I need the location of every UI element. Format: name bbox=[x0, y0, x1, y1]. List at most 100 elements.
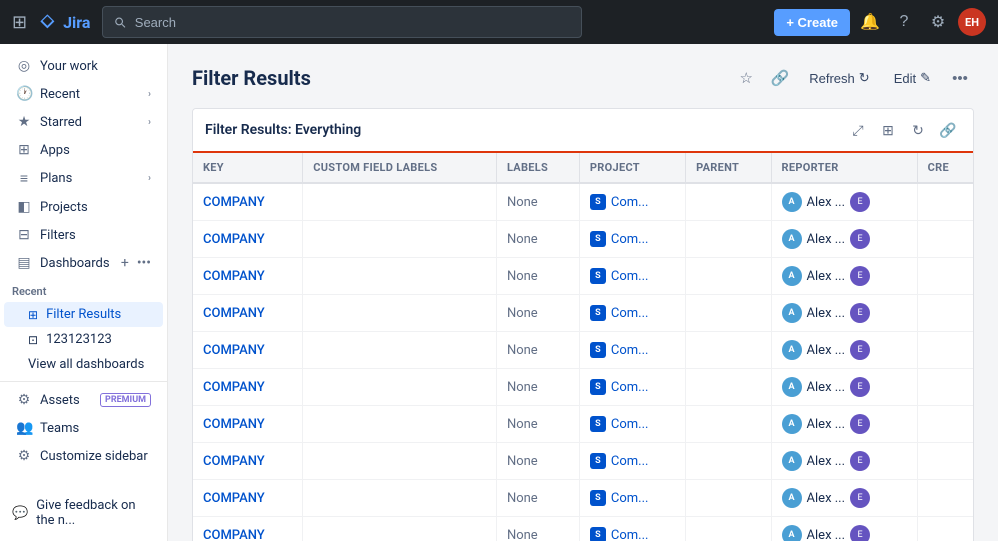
sidebar-label-123123123: 123123123 bbox=[46, 332, 112, 347]
share-link-btn[interactable]: 🔗 bbox=[935, 117, 961, 143]
sidebar-sub-item-view-all[interactable]: View all dashboards bbox=[4, 352, 163, 377]
columns-icon-btn[interactable]: ⊞ bbox=[875, 117, 901, 143]
cell-custom-field bbox=[303, 183, 497, 221]
filter-card: Filter Results: Everything ⤢ ⊞ ↻ 🔗 Key C… bbox=[192, 108, 974, 541]
project-name[interactable]: Com... bbox=[611, 454, 649, 469]
premium-badge: PREMIUM bbox=[100, 393, 151, 407]
sidebar-item-dashboards[interactable]: ▤ Dashboards + ••• bbox=[4, 249, 163, 277]
reporter-avatar: A bbox=[782, 192, 802, 212]
expand-icon-btn[interactable]: ⤢ bbox=[845, 117, 871, 143]
recent-icon: 🕐 bbox=[16, 86, 32, 102]
search-bar[interactable] bbox=[102, 6, 582, 38]
project-name[interactable]: Com... bbox=[611, 269, 649, 284]
created-by-avatar: E bbox=[850, 340, 870, 360]
sidebar-item-teams[interactable]: 👥 Teams bbox=[4, 414, 163, 442]
cell-created bbox=[917, 183, 973, 221]
settings-button[interactable]: ⚙ bbox=[924, 8, 952, 36]
dashboards-add-icon[interactable]: + bbox=[121, 255, 129, 271]
dashboards-more-icon[interactable]: ••• bbox=[137, 255, 151, 271]
key-link[interactable]: COMPANY bbox=[203, 417, 265, 432]
cell-labels: None bbox=[496, 480, 579, 517]
app-body: ◎ Your work 🕐 Recent › ★ Starred › ⊞ App… bbox=[0, 44, 998, 541]
feedback-area: 💬 Give feedback on the n... bbox=[0, 485, 168, 541]
cell-custom-field bbox=[303, 517, 497, 541]
key-link[interactable]: COMPANY bbox=[203, 491, 265, 506]
key-link[interactable]: COMPANY bbox=[203, 195, 265, 210]
edit-icon: ✎ bbox=[920, 70, 931, 86]
link-button[interactable]: 🔗 bbox=[766, 64, 794, 92]
project-name[interactable]: Com... bbox=[611, 380, 649, 395]
user-avatar[interactable]: EH bbox=[958, 8, 986, 36]
cell-reporter: A Alex ... E bbox=[771, 332, 917, 369]
feedback-button[interactable]: 💬 Give feedback on the n... bbox=[12, 493, 156, 533]
apps-icon: ⊞ bbox=[16, 142, 32, 158]
cell-project: S Com... bbox=[579, 258, 685, 295]
sidebar-label-starred: Starred bbox=[40, 115, 140, 130]
sidebar-label-plans: Plans bbox=[40, 171, 140, 186]
key-link[interactable]: COMPANY bbox=[203, 380, 265, 395]
table-row: COMPANY None S Com... A Alex ... E bbox=[193, 443, 973, 480]
plans-icon: ≡ bbox=[16, 170, 32, 187]
table-row: COMPANY None S Com... A Alex ... E bbox=[193, 406, 973, 443]
sidebar: ◎ Your work 🕐 Recent › ★ Starred › ⊞ App… bbox=[0, 44, 168, 541]
cell-created bbox=[917, 517, 973, 541]
star-button[interactable]: ☆ bbox=[732, 64, 760, 92]
reporter-avatar: A bbox=[782, 303, 802, 323]
project-name[interactable]: Com... bbox=[611, 528, 649, 541]
jira-logo-icon bbox=[39, 13, 57, 31]
project-name[interactable]: Com... bbox=[611, 417, 649, 432]
cell-key: COMPANY bbox=[193, 183, 303, 221]
edit-button[interactable]: Edit ✎ bbox=[885, 64, 940, 92]
project-name[interactable]: Com... bbox=[611, 306, 649, 321]
cell-custom-field bbox=[303, 369, 497, 406]
project-name[interactable]: Com... bbox=[611, 195, 649, 210]
sidebar-sub-item-filter-results[interactable]: ⊞ Filter Results bbox=[4, 302, 163, 327]
reporter-avatar: A bbox=[782, 340, 802, 360]
reporter-name: Alex ... bbox=[807, 528, 846, 541]
reporter-name: Alex ... bbox=[807, 491, 846, 506]
sidebar-item-filters[interactable]: ⊟ Filters bbox=[4, 221, 163, 249]
cell-key: COMPANY bbox=[193, 258, 303, 295]
key-link[interactable]: COMPANY bbox=[203, 343, 265, 358]
project-name[interactable]: Com... bbox=[611, 232, 649, 247]
sidebar-item-projects[interactable]: ◧ Projects bbox=[4, 193, 163, 221]
sidebar-item-assets[interactable]: ⚙ Assets PREMIUM bbox=[4, 386, 163, 414]
refresh-icon: ↻ bbox=[859, 70, 870, 86]
project-name[interactable]: Com... bbox=[611, 491, 649, 506]
sidebar-item-apps[interactable]: ⊞ Apps bbox=[4, 136, 163, 164]
created-by-avatar: E bbox=[850, 414, 870, 434]
cell-labels: None bbox=[496, 295, 579, 332]
sidebar-sub-item-123123123[interactable]: ⊡ 123123123 bbox=[4, 327, 163, 352]
logo-text: Jira bbox=[63, 13, 90, 32]
key-link[interactable]: COMPANY bbox=[203, 232, 265, 247]
starred-icon: ★ bbox=[16, 114, 32, 130]
key-link[interactable]: COMPANY bbox=[203, 306, 265, 321]
refresh-button[interactable]: Refresh ↻ bbox=[800, 64, 878, 92]
sidebar-item-your-work[interactable]: ◎ Your work bbox=[4, 52, 163, 80]
created-by-avatar: E bbox=[850, 525, 870, 541]
notifications-button[interactable]: 🔔 bbox=[856, 8, 884, 36]
filter-card-title: Filter Results: Everything bbox=[205, 122, 837, 138]
search-icon bbox=[113, 15, 126, 29]
key-link[interactable]: COMPANY bbox=[203, 454, 265, 469]
sidebar-item-recent[interactable]: 🕐 Recent › bbox=[4, 80, 163, 108]
sidebar-item-starred[interactable]: ★ Starred › bbox=[4, 108, 163, 136]
cell-parent bbox=[686, 183, 771, 221]
grid-icon[interactable]: ⊞ bbox=[12, 12, 27, 33]
project-name[interactable]: Com... bbox=[611, 343, 649, 358]
sidebar-item-customize[interactable]: ⚙ Customize sidebar bbox=[4, 442, 163, 470]
key-link[interactable]: COMPANY bbox=[203, 269, 265, 284]
cell-project: S Com... bbox=[579, 295, 685, 332]
logo[interactable]: Jira bbox=[39, 13, 90, 32]
cell-created bbox=[917, 480, 973, 517]
sidebar-label-apps: Apps bbox=[40, 143, 151, 158]
card-refresh-btn[interactable]: ↻ bbox=[905, 117, 931, 143]
sidebar-item-plans[interactable]: ≡ Plans › bbox=[4, 164, 163, 193]
more-button[interactable]: ••• bbox=[946, 64, 974, 92]
help-button[interactable]: ? bbox=[890, 8, 918, 36]
create-button[interactable]: + Create bbox=[774, 9, 850, 36]
key-link[interactable]: COMPANY bbox=[203, 528, 265, 541]
search-input[interactable] bbox=[135, 15, 572, 30]
cell-labels: None bbox=[496, 517, 579, 541]
cell-key: COMPANY bbox=[193, 332, 303, 369]
